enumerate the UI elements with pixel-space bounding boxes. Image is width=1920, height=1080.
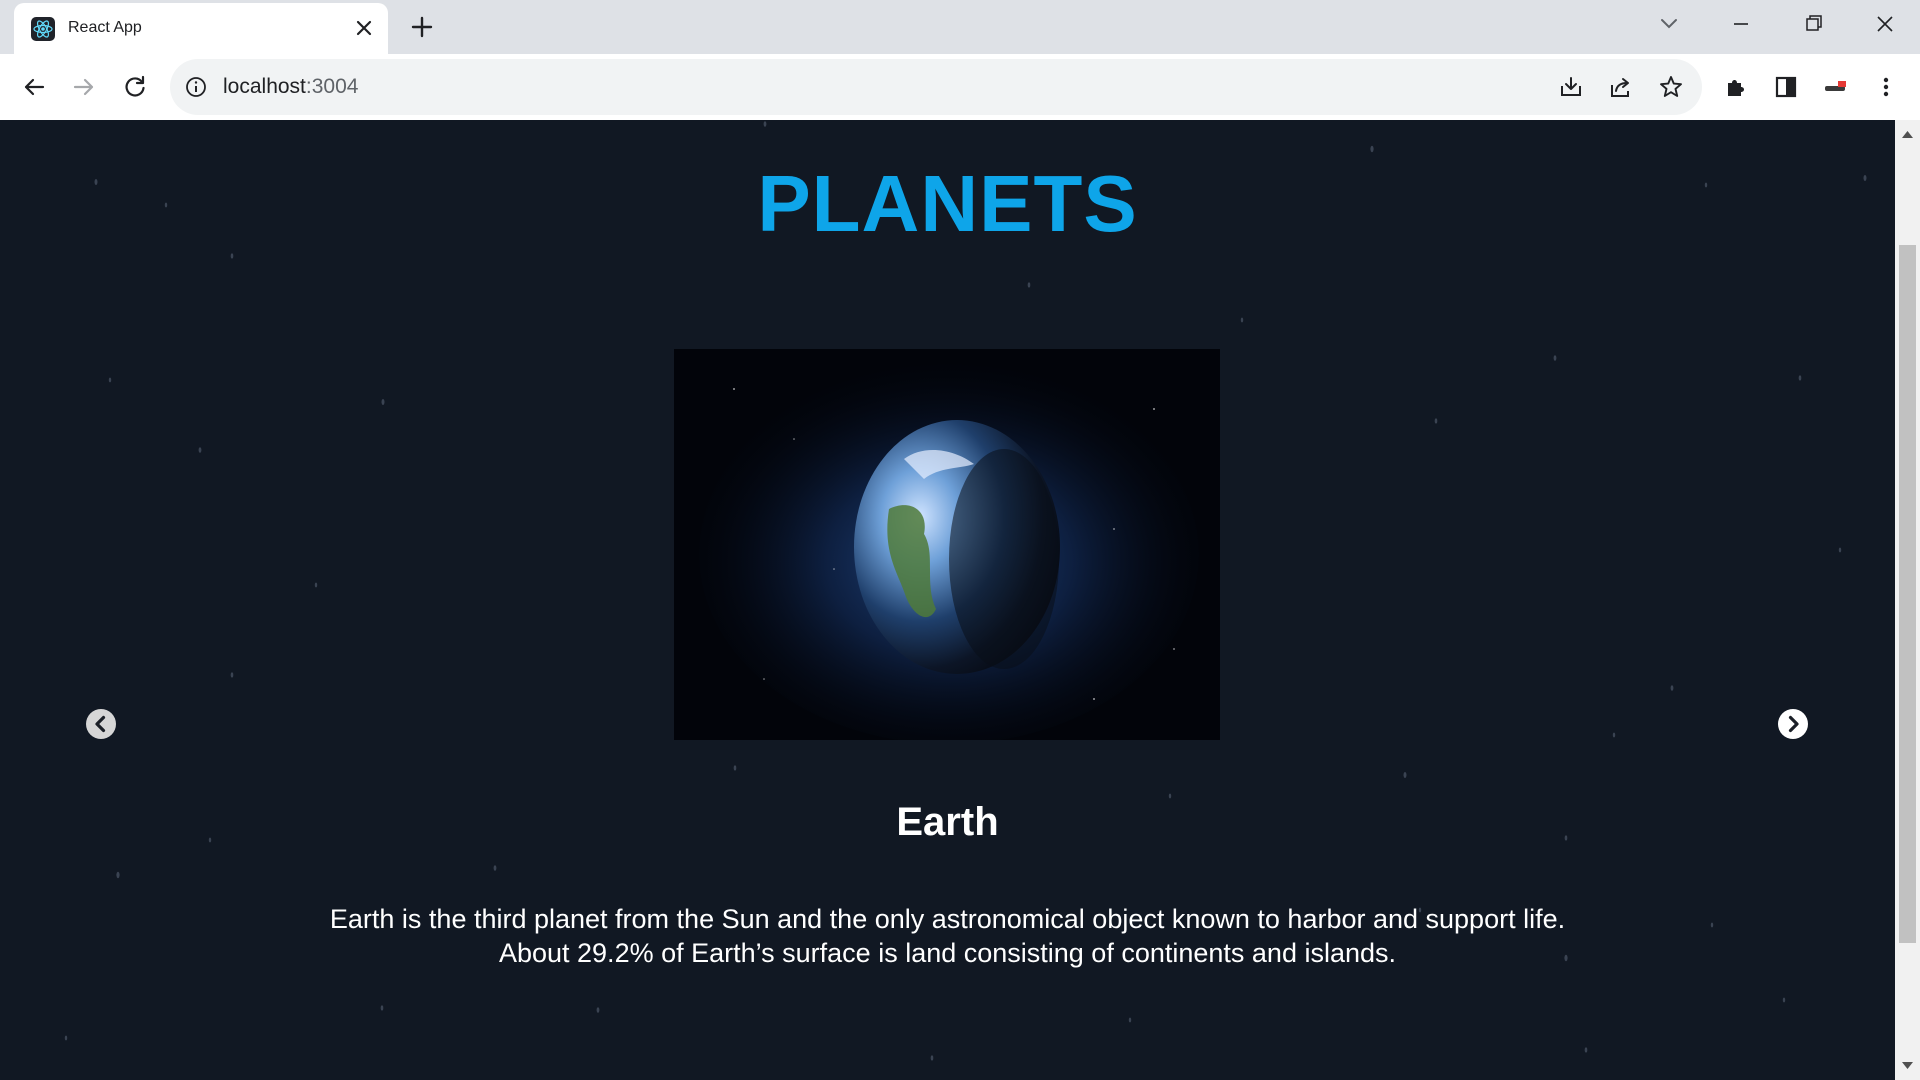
url-text[interactable]: localhost:3004 — [223, 75, 358, 99]
minimize-icon[interactable] — [1724, 10, 1758, 38]
side-panel-icon[interactable] — [1771, 72, 1801, 102]
planet-description: Earth is the third planet from the Sun a… — [329, 904, 1566, 968]
restore-icon[interactable] — [1796, 10, 1830, 38]
page-scrollbar[interactable] — [1895, 120, 1920, 1080]
new-tab-plus-icon[interactable] — [407, 12, 437, 42]
carousel-prev-button[interactable] — [86, 709, 116, 739]
forward-arrow-icon[interactable] — [69, 72, 99, 102]
planet-name: Earth — [896, 800, 999, 844]
page-title: PLANETS — [757, 159, 1138, 248]
profile-avatar-icon[interactable] — [1821, 72, 1851, 102]
browser-tab-active[interactable]: React App — [14, 3, 388, 54]
planet-image — [674, 349, 1220, 740]
chevron-right-circle-icon — [1788, 715, 1799, 733]
kebab-menu-icon[interactable] — [1871, 72, 1901, 102]
tab-title: React App — [68, 19, 142, 36]
browser-tab-strip: React App — [0, 0, 1920, 54]
chevron-left-circle-icon — [95, 715, 106, 733]
reload-icon[interactable] — [120, 72, 150, 102]
bookmark-star-icon[interactable] — [1656, 72, 1686, 102]
tab-close-icon[interactable] — [351, 15, 377, 41]
url-host: localhost — [223, 75, 306, 98]
address-bar[interactable]: localhost:3004 — [170, 59, 1702, 115]
page-viewport: PLANETS Earth Earth is the third planet … — [0, 120, 1895, 1080]
scroll-up-arrow-icon[interactable] — [1901, 128, 1914, 141]
share-icon[interactable] — [1606, 72, 1636, 102]
info-icon[interactable] — [184, 75, 208, 99]
url-port: :3004 — [305, 75, 359, 98]
react-logo-icon — [31, 17, 55, 41]
scrollbar-thumb[interactable] — [1899, 245, 1916, 943]
window-close-icon[interactable] — [1868, 10, 1902, 38]
carousel-next-button[interactable] — [1778, 709, 1808, 739]
install-icon[interactable] — [1556, 72, 1586, 102]
browser-toolbar: localhost:3004 — [0, 54, 1920, 120]
scroll-down-arrow-icon[interactable] — [1901, 1059, 1914, 1072]
earth-image-graphic — [674, 349, 1220, 740]
back-arrow-icon[interactable] — [19, 72, 49, 102]
tab-search-chevron-down-icon[interactable] — [1652, 10, 1686, 38]
extensions-puzzle-icon[interactable] — [1721, 72, 1751, 102]
